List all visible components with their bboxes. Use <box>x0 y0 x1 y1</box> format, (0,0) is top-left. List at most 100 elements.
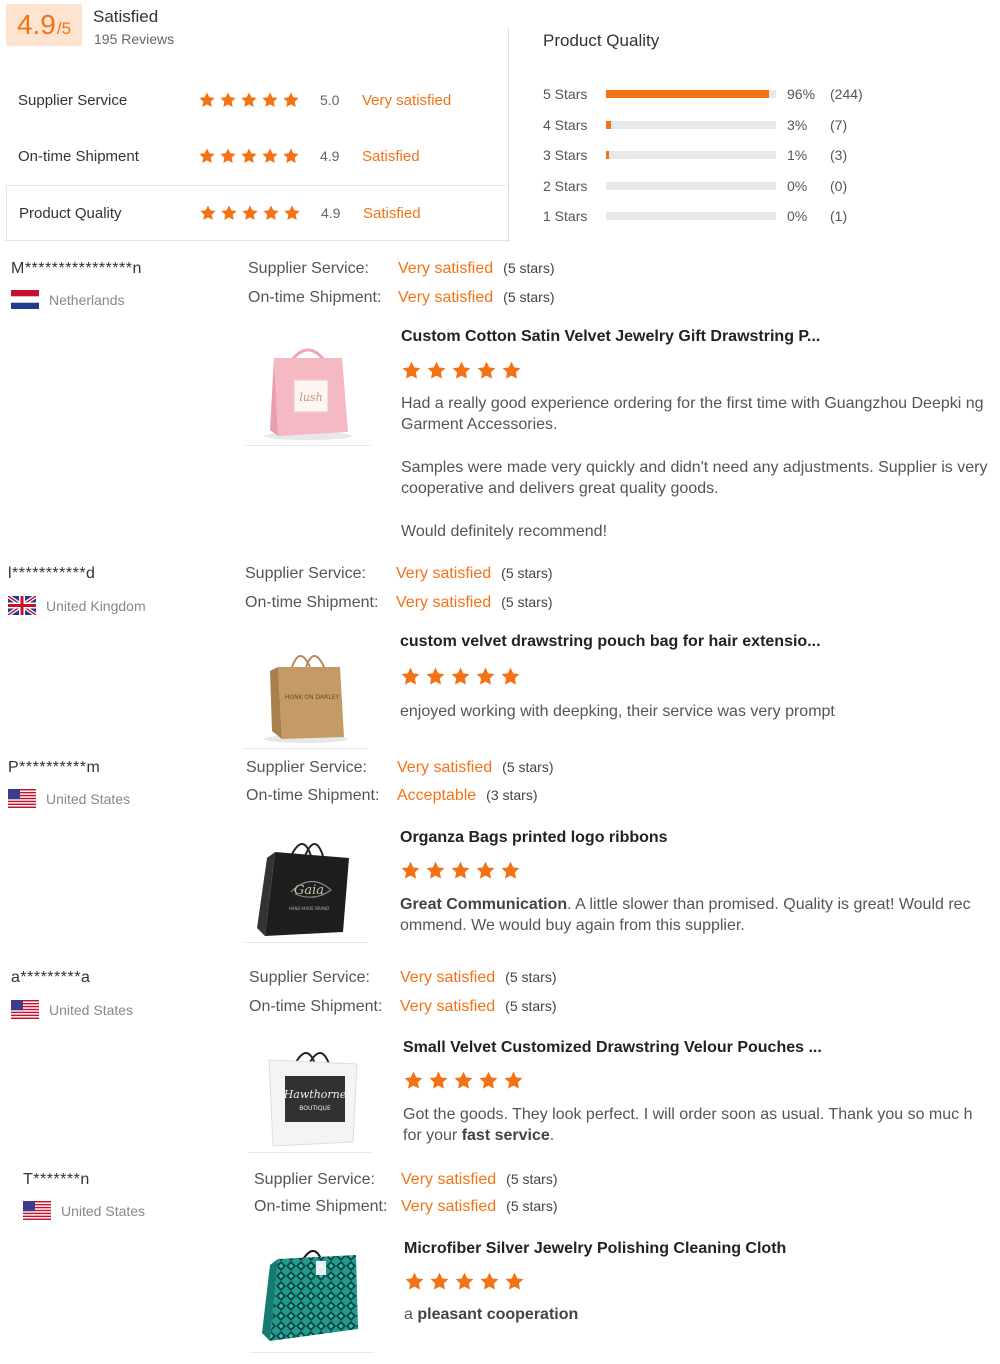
distribution-percent: 3% <box>787 116 808 133</box>
star-icon <box>450 666 471 687</box>
star-icon <box>504 1271 525 1292</box>
distribution-bar <box>606 90 776 98</box>
review-star-rating <box>400 860 521 881</box>
star-icon <box>479 1271 500 1292</box>
distribution-label: 3 Stars <box>543 147 588 163</box>
star-icon <box>425 860 446 881</box>
star-icon <box>501 360 522 381</box>
review-comment: enjoyed working with deepking, their ser… <box>400 703 835 720</box>
distribution-bar <box>606 212 776 220</box>
distribution-label: 4 Stars <box>543 116 588 133</box>
distribution-count: (244) <box>830 86 863 102</box>
rating-stars-text: (5 stars) <box>501 594 553 610</box>
label-supplier-service: Supplier Service: <box>246 759 367 776</box>
distribution-label: 1 Stars <box>543 208 588 224</box>
distribution-count: (0) <box>830 177 848 194</box>
star-icon <box>425 666 446 687</box>
distribution-percent: 1% <box>787 147 808 163</box>
label-ontime-shipment: On-time Shipment: <box>246 787 380 804</box>
star-icon <box>198 91 216 109</box>
ontime-shipment-rating: On-time Shipment: Very satisfied (5 star… <box>254 1198 558 1216</box>
star-icon <box>403 1070 424 1091</box>
rating-text: Very satisfied <box>401 1198 497 1215</box>
us-flag-icon <box>11 1000 39 1019</box>
netherlands-flag-icon <box>11 290 39 309</box>
star-icon <box>400 860 421 881</box>
reviewer-name: M****************n <box>11 260 142 277</box>
star-icon <box>476 360 497 381</box>
review-comment: Would definitely recommend! <box>401 523 608 540</box>
metric-score: 5.0 <box>320 92 340 108</box>
distribution-bar <box>606 120 776 129</box>
star-icon <box>282 147 300 165</box>
rating-stars-text: (5 stars) <box>505 998 557 1014</box>
rating-stars-text: (3 stars) <box>486 787 538 803</box>
product-title[interactable]: custom velvet drawstring pouch bag for h… <box>400 633 821 651</box>
metric-star-rating <box>198 91 300 109</box>
star-icon <box>241 204 259 222</box>
reviewer-name: a*********a <box>11 969 91 986</box>
star-icon <box>429 1271 450 1292</box>
star-icon <box>198 147 216 165</box>
metric-text: Satisfied <box>362 147 420 165</box>
star-icon <box>400 666 421 687</box>
review-comment: a pleasant cooperation <box>404 1304 996 1325</box>
star-icon <box>219 147 237 165</box>
star-icon <box>401 360 422 381</box>
label-supplier-service: Supplier Service: <box>254 1171 375 1188</box>
uk-flag-icon <box>8 596 36 615</box>
star-icon <box>428 1070 449 1091</box>
star-icon <box>453 1070 474 1091</box>
rating-text: Very satisfied <box>400 969 496 986</box>
star-icon <box>283 204 301 222</box>
supplier-service-rating: Supplier Service: Very satisfied (5 star… <box>246 759 554 777</box>
country-name: United States <box>61 1202 146 1219</box>
distribution-percent: 0% <box>787 177 808 194</box>
star-icon <box>426 360 447 381</box>
product-image-kraft-bag[interactable]: HONK ON DARLEY <box>244 637 368 749</box>
reviewer-name: l***********d <box>8 565 96 582</box>
distribution-percent: 96% <box>787 86 816 102</box>
svg-text:Hawthorne: Hawthorne <box>283 1088 347 1101</box>
product-title[interactable]: Organza Bags printed logo ribbons <box>400 829 668 847</box>
metric-supplier-service: Supplier Service 5.0 Very satisfied <box>6 72 506 128</box>
review-comment: Had a really good experience ordering fo… <box>401 395 984 433</box>
metric-product-quality[interactable]: Product Quality 4.9 Satisfied <box>6 185 506 241</box>
star-icon <box>503 1070 524 1091</box>
supplier-service-rating: Supplier Service: Very satisfied (5 star… <box>249 969 557 987</box>
quality-distribution-row: 1 Stars 0% (1) <box>543 206 963 226</box>
label-supplier-service: Supplier Service: <box>248 260 369 277</box>
product-title[interactable]: Microfiber Silver Jewelry Polishing Clea… <box>404 1240 786 1258</box>
metric-text: Satisfied <box>363 204 421 222</box>
reviewer-country: United States <box>23 1201 145 1220</box>
overall-score-max: /5 <box>56 19 72 38</box>
rating-stars-text: (5 stars) <box>505 969 557 985</box>
distribution-count: (3) <box>830 147 848 163</box>
comment-highlight: pleasant cooperation <box>417 1306 579 1323</box>
rating-text: Very satisfied <box>401 1171 497 1188</box>
product-title[interactable]: Small Velvet Customized Drawstring Velou… <box>403 1039 822 1057</box>
star-icon <box>199 204 217 222</box>
metric-label: Product Quality <box>19 204 122 222</box>
product-image-boutique-bag[interactable]: Hawthorne BOUTIQUE <box>248 1041 372 1153</box>
star-icon <box>261 91 279 109</box>
supplier-service-rating: Supplier Service: Very satisfied (5 star… <box>248 260 555 278</box>
comment-highlight: fast service <box>461 1127 550 1144</box>
quality-distribution-row: 5 Stars 96% (244) <box>543 84 963 104</box>
product-title[interactable]: Custom Cotton Satin Velvet Jewelry Gift … <box>401 328 820 346</box>
review-comment: Got the goods. They look perfect. I will… <box>403 1104 995 1146</box>
product-image-pink-bag[interactable]: lush <box>246 334 370 446</box>
svg-text:BOUTIQUE: BOUTIQUE <box>299 1105 331 1112</box>
product-image-black-bag[interactable]: Gaia HAND-MADE BRAND <box>244 831 368 943</box>
metric-ontime-shipment: On-time Shipment 4.9 Satisfied <box>6 128 506 184</box>
ontime-shipment-rating: On-time Shipment: Very satisfied (5 star… <box>245 594 553 612</box>
reviews-count[interactable]: 195 Reviews <box>94 31 174 47</box>
review-comment: Great Communication. A little slower tha… <box>400 894 992 936</box>
distribution-label: 5 Stars <box>543 86 588 102</box>
product-image-teal-pattern-bag[interactable] <box>250 1241 374 1353</box>
rating-text: Very satisfied <box>396 565 492 582</box>
reviewer-country: Netherlands <box>11 290 125 309</box>
label-ontime-shipment: On-time Shipment: <box>245 594 379 611</box>
star-icon <box>450 860 471 881</box>
rating-stars-text: (5 stars) <box>502 759 554 775</box>
